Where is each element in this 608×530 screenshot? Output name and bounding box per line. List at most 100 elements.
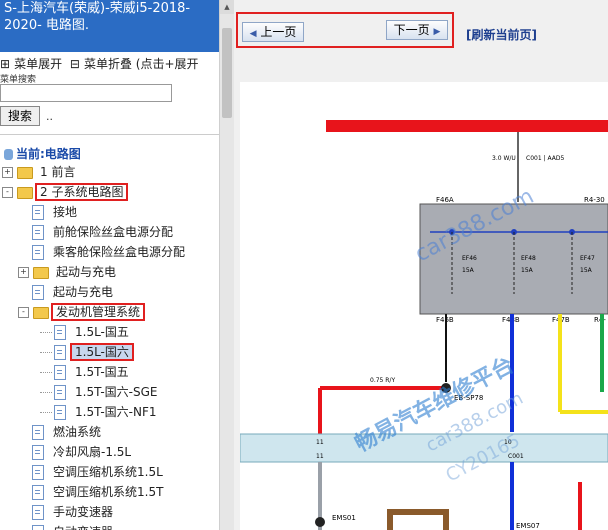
menu-controls: ⊞ 菜单展开 ⊟ 菜单折叠 (点击+展开 [0, 55, 203, 72]
collapse-icon[interactable]: - [2, 187, 13, 198]
tree-item[interactable]: 起动与充电 [18, 282, 116, 302]
tree-item[interactable]: 空调压缩机系统1.5T [18, 482, 166, 502]
document-title: S-上海汽车(荣威)-荣威i5-2018-2020- 电路图. [0, 0, 219, 52]
tree-item[interactable]: 1.5L-国五 [40, 322, 132, 342]
divider [0, 134, 219, 135]
svg-text:F46A: F46A [436, 196, 454, 204]
tree-item-label[interactable]: 1.5T-国六-SGE [72, 385, 160, 399]
svg-text:11: 11 [316, 439, 324, 446]
tree-item-label[interactable]: 发动机管理系统 [50, 303, 146, 321]
scroll-thumb[interactable] [222, 28, 232, 118]
tree-item[interactable]: - 发动机管理系统 [18, 302, 146, 322]
document-icon [32, 465, 44, 480]
document-icon [32, 505, 44, 520]
tree-item[interactable]: + 起动与充电 [18, 262, 119, 282]
refresh-page-link[interactable]: [刷新当前页] [466, 26, 537, 43]
document-icon [54, 385, 66, 400]
tree-item[interactable]: 1.5T-国五 [40, 362, 132, 382]
svg-text:15A: 15A [580, 267, 593, 274]
svg-text:EF46: EF46 [462, 255, 477, 262]
menu-expand-icon[interactable]: ⊞ [0, 57, 10, 71]
tree-item[interactable]: 冷却风扇-1.5L [18, 442, 134, 462]
tree-item[interactable]: +1 前言 [2, 162, 78, 182]
svg-text:EMS07: EMS07 [516, 522, 540, 530]
document-icon [54, 365, 66, 380]
wiring-diagram-svg: 3.0 W/U C001 | AAD5 F46A R4-30 EF46 15A … [239, 120, 608, 530]
tree-item[interactable]: - 2 子系统电路图 [2, 182, 129, 202]
document-icon [54, 325, 66, 340]
svg-text:15A: 15A [462, 267, 475, 274]
folder-icon [17, 166, 33, 179]
expand-icon[interactable]: + [18, 267, 29, 278]
scroll-up-arrow-icon[interactable]: ▲ [220, 0, 234, 14]
current-location: 当前:电路图 [4, 145, 81, 162]
sidebar-scrollbar[interactable]: ▲ [219, 0, 234, 530]
svg-text:F46B: F46B [436, 316, 454, 324]
folder-icon [33, 306, 49, 319]
tree-item-label[interactable]: 空调压缩机系统1.5T [50, 485, 166, 499]
tree-item[interactable]: 1.5T-国六-NF1 [40, 402, 160, 422]
arrow-right-icon: ▶ [433, 27, 441, 37]
tree-item-label[interactable]: 冷却风扇-1.5L [50, 445, 134, 459]
document-icon [32, 205, 44, 220]
wiring-diagram: 3.0 W/U C001 | AAD5 F46A R4-30 EF46 15A … [239, 82, 608, 530]
prev-page-button[interactable]: ◀ 上一页 [242, 22, 304, 42]
tree-item-label[interactable]: 2 子系统电路图 [34, 183, 129, 201]
tree-item-label[interactable]: 燃油系统 [50, 425, 104, 439]
tree-item-label[interactable]: 接地 [50, 205, 80, 219]
menu-collapse-icon[interactable]: ⊟ [70, 57, 80, 71]
tree-item-label[interactable]: 空调压缩机系统1.5L [50, 465, 166, 479]
search-input[interactable] [0, 84, 172, 102]
folder-icon [33, 266, 49, 279]
search-button[interactable]: 搜索 [0, 106, 40, 126]
arrow-left-icon: ◀ [249, 29, 257, 39]
svg-text:R4-30: R4-30 [584, 196, 605, 204]
document-icon [32, 225, 44, 240]
tree-item[interactable]: 接地 [18, 202, 80, 222]
content-pane: ◀ 上一页 下一页 ▶ [刷新当前页] 3.0 W/U C001 | AAD5 … [234, 0, 608, 530]
tree-item[interactable]: 自动变速器 [18, 522, 116, 530]
database-icon [4, 149, 13, 160]
tree-item-label[interactable]: 1.5L-国六 [70, 343, 134, 361]
tree-item-label[interactable]: 1.5T-国五 [72, 365, 132, 379]
expand-icon[interactable]: + [2, 167, 13, 178]
tree-item[interactable]: 乘客舱保险丝盒电源分配 [18, 242, 188, 262]
tree-item[interactable]: 1.5T-国六-SGE [40, 382, 160, 402]
document-icon [32, 425, 44, 440]
top-power-bus [326, 120, 608, 132]
tree-item-label[interactable]: 1 前言 [37, 165, 78, 179]
document-icon [54, 345, 66, 360]
tree-connector [40, 352, 52, 353]
wire-conn-top: C001 | AAD5 [526, 155, 564, 162]
svg-text:0.75 R/Y: 0.75 R/Y [370, 377, 395, 384]
next-page-button[interactable]: 下一页 ▶ [386, 20, 448, 40]
tree-item[interactable]: 空调压缩机系统1.5L [18, 462, 166, 482]
tree-item-label[interactable]: 乘客舱保险丝盒电源分配 [50, 245, 188, 259]
tree-item-label[interactable]: 1.5T-国六-NF1 [72, 405, 160, 419]
tree-item-label[interactable]: 前舱保险丝盒电源分配 [50, 225, 176, 239]
tree-item-label[interactable]: 手动变速器 [50, 505, 116, 519]
search-more[interactable]: .. [46, 110, 53, 123]
tree-connector [40, 412, 52, 413]
document-icon [32, 285, 44, 300]
tree-item[interactable]: 手动变速器 [18, 502, 116, 522]
tree-item-label[interactable]: 自动变速器 [50, 525, 116, 530]
sidebar: S-上海汽车(荣威)-荣威i5-2018-2020- 电路图. ⊞ 菜单展开 ⊟ 菜… [0, 0, 219, 530]
tree-item[interactable]: 燃油系统 [18, 422, 104, 442]
menu-collapse-link[interactable]: 菜单折叠 (点击+展开 [84, 57, 199, 71]
menu-expand-link[interactable]: 菜单展开 [14, 57, 62, 71]
document-icon [32, 245, 44, 260]
document-icon [32, 445, 44, 460]
document-icon [32, 525, 44, 530]
svg-text:11: 11 [316, 453, 324, 460]
tree-connector [40, 372, 52, 373]
svg-text:EF47: EF47 [580, 255, 595, 262]
tree-connector [40, 392, 52, 393]
tree-item[interactable]: 前舱保险丝盒电源分配 [18, 222, 176, 242]
tree-item-label[interactable]: 起动与充电 [50, 285, 116, 299]
tree-item-label[interactable]: 1.5L-国五 [72, 325, 132, 339]
tree-item[interactable]: 1.5L-国六 [40, 342, 134, 362]
tree-item-label[interactable]: 起动与充电 [53, 265, 119, 279]
collapse-icon[interactable]: - [18, 307, 29, 318]
svg-text:EF48: EF48 [521, 255, 536, 262]
